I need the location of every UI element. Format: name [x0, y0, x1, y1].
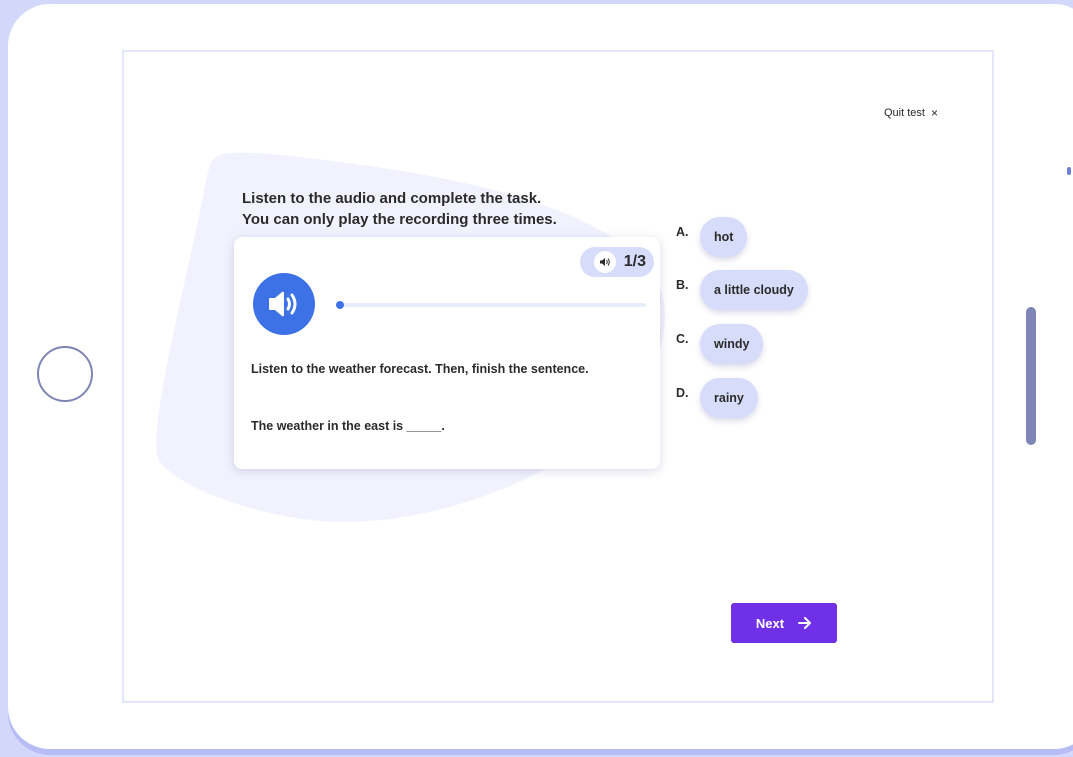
option-a[interactable]: A. hot	[676, 217, 748, 257]
audio-progress-knob[interactable]	[336, 301, 344, 309]
option-b[interactable]: B. a little cloudy	[676, 270, 808, 310]
speaker-icon	[269, 291, 297, 317]
option-pill[interactable]: a little cloudy	[700, 270, 808, 310]
speaker-icon	[593, 251, 616, 273]
test-screen: Quit test × Listen to the audio and comp…	[122, 50, 994, 703]
option-letter: B.	[676, 278, 689, 292]
option-pill[interactable]: rainy	[700, 378, 758, 418]
play-count-badge: 1/3	[580, 247, 654, 277]
question-sentence: The weather in the east is _____.	[251, 419, 445, 433]
quit-test-link[interactable]: Quit test ×	[884, 106, 938, 120]
next-button-label: Next	[755, 615, 785, 631]
option-letter: A.	[676, 225, 689, 239]
next-button[interactable]: Next	[731, 603, 837, 643]
side-indicator	[1067, 167, 1071, 175]
arrow-right-icon	[798, 617, 812, 629]
instruction-line-1: Listen to the audio and complete the tas…	[242, 190, 542, 207]
instruction-line-2: You can only play the recording three ti…	[242, 211, 557, 228]
option-letter: D.	[676, 386, 689, 400]
option-pill[interactable]: hot	[700, 217, 748, 257]
instructions: Listen to the audio and complete the tas…	[242, 188, 557, 230]
audio-progress-track[interactable]	[336, 301, 646, 309]
option-pill[interactable]: windy	[700, 324, 764, 364]
option-d[interactable]: D. rainy	[676, 378, 758, 418]
question-card: 1/3 Listen to the weather forecast. Then…	[234, 237, 660, 469]
question-prompt: Listen to the weather forecast. Then, fi…	[251, 362, 589, 376]
close-icon: ×	[930, 106, 938, 120]
side-scrollbar[interactable]	[1026, 307, 1036, 445]
quit-test-label: Quit test	[884, 107, 925, 119]
home-button[interactable]	[37, 346, 93, 402]
play-audio-button[interactable]	[253, 273, 315, 335]
option-c[interactable]: C. windy	[676, 324, 764, 364]
option-letter: C.	[676, 332, 689, 346]
play-count: 1/3	[623, 253, 646, 270]
